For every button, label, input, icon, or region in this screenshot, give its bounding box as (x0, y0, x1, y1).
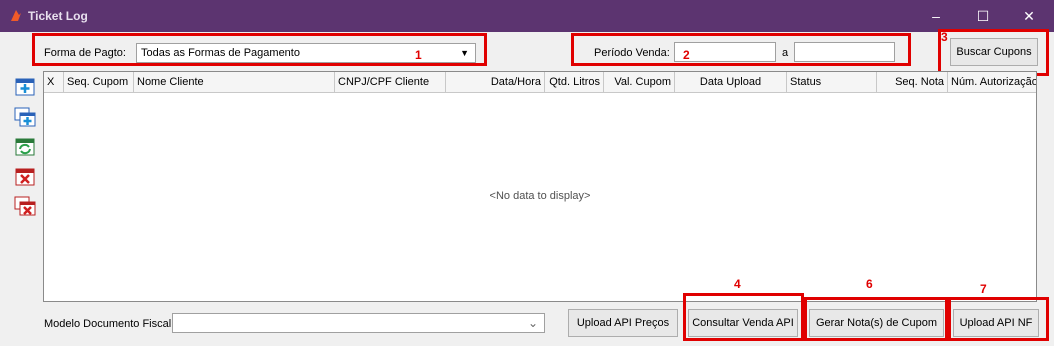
column-header-val-cupom[interactable]: Val. Cupom (604, 72, 675, 92)
payment-select[interactable]: Todas as Formas de Pagamento ▼ (136, 43, 476, 63)
marker-2: 2 (683, 48, 690, 62)
maximize-icon[interactable]: ☐ (968, 6, 998, 26)
chevron-down-icon: ⌄ (527, 316, 538, 330)
marker-7: 7 (980, 282, 987, 296)
marker-1: 1 (415, 48, 422, 62)
marker-4: 4 (734, 277, 741, 291)
fiscal-model-select[interactable]: ⌄ (172, 313, 545, 333)
search-coupons-button[interactable]: Buscar Cupons (950, 38, 1038, 66)
close-icon[interactable]: ✕ (1014, 6, 1044, 26)
column-header-nome-cliente[interactable]: Nome Cliente (134, 72, 335, 92)
column-header-data-hora[interactable]: Data/Hora (446, 72, 545, 92)
grid-header: X Seq. Cupom Nome Cliente CNPJ/CPF Clien… (44, 72, 1036, 93)
marker-3: 3 (941, 30, 948, 44)
consultar-venda-api-button[interactable]: Consultar Venda API (688, 309, 798, 337)
column-header-qtd-litros[interactable]: Qtd. Litros (545, 72, 604, 92)
app-logo-icon (11, 10, 21, 21)
payment-select-value: Todas as Formas de Pagamento (141, 47, 300, 59)
fiscal-model-label: Modelo Documento Fiscal: (44, 318, 175, 330)
empty-grid-message: <No data to display> (489, 190, 591, 202)
upload-api-precos-button[interactable]: Upload API Preços (568, 309, 678, 337)
coupons-grid[interactable]: X Seq. Cupom Nome Cliente CNPJ/CPF Clien… (43, 71, 1037, 302)
column-header-data-upload[interactable]: Data Upload (675, 72, 787, 92)
period-separator: a (782, 47, 789, 59)
window-title: Ticket Log (28, 9, 88, 23)
column-header-select[interactable]: X (44, 72, 64, 92)
period-label: Período Venda: (594, 47, 670, 59)
refresh-icon[interactable] (14, 137, 36, 157)
column-header-seq-cupom[interactable]: Seq. Cupom (64, 72, 134, 92)
delete-icon[interactable] (14, 167, 36, 187)
column-header-seq-nota[interactable]: Seq. Nota (877, 72, 948, 92)
title-bar: Ticket Log – ☐ ✕ (0, 0, 1054, 32)
upload-api-nf-button[interactable]: Upload API NF (953, 309, 1039, 337)
payment-label: Forma de Pagto: (44, 47, 126, 59)
minimize-icon[interactable]: – (921, 6, 951, 26)
column-header-num-autorizacao[interactable]: Núm. Autorização (948, 72, 1036, 92)
column-header-cnpj-cpf[interactable]: CNPJ/CPF Cliente (335, 72, 446, 92)
add-multiple-icon[interactable] (14, 107, 36, 127)
chevron-down-icon: ▼ (460, 48, 469, 58)
gerar-notas-cupom-button[interactable]: Gerar Nota(s) de Cupom (809, 309, 944, 337)
column-header-status[interactable]: Status (787, 72, 877, 92)
delete-multiple-icon[interactable] (14, 196, 36, 216)
period-to-input[interactable] (794, 42, 895, 62)
marker-6: 6 (866, 277, 873, 291)
add-icon[interactable] (14, 77, 36, 97)
